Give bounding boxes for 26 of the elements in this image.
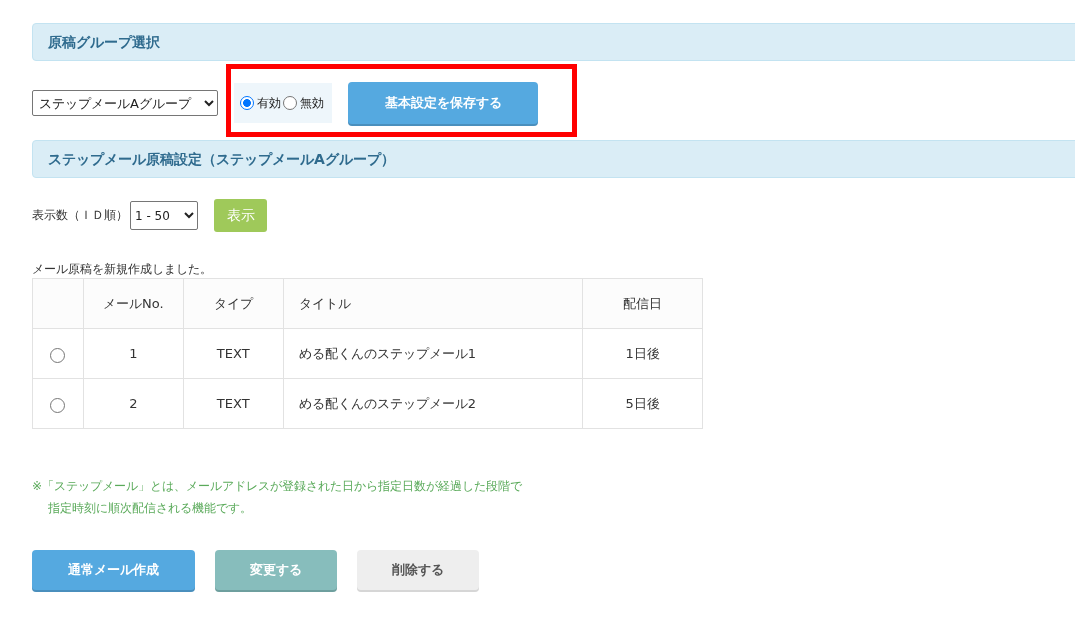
display-count-label: 表示数（ＩＤ順） (32, 207, 128, 224)
column-header: タイプ (183, 278, 284, 329)
status-message: メール原稿を新規作成しました。 (32, 261, 212, 278)
row-radio[interactable] (50, 348, 66, 363)
table-cell: 2 (83, 378, 184, 429)
table-cell: TEXT (183, 328, 284, 379)
section-header: ステップメール原稿設定（ステップメールAグループ） (32, 140, 1075, 178)
table-cell: TEXT (183, 378, 284, 429)
table-cell: める配くんのステップメール2 (283, 378, 583, 429)
column-header: 配信日 (582, 278, 703, 329)
radio-label[interactable]: 有効 (257, 94, 281, 112)
table-cell: 1日後 (582, 328, 703, 379)
delete-button[interactable]: 削除する (357, 550, 479, 590)
group-select[interactable]: ステップメールAグループ (32, 90, 218, 116)
radio-label[interactable]: 無効 (300, 94, 324, 112)
column-header: タイトル (283, 278, 583, 329)
section-header: 原稿グループ選択 (32, 23, 1075, 61)
table-cell: 1 (83, 328, 184, 379)
info-note: ※「ステップメール」とは、メールアドレスが登録された日から指定日数が経過した段階で 指定時刻に順次配信される機能です。 (32, 478, 523, 517)
table-cell: 5日後 (582, 378, 703, 429)
table-cell: める配くんのステップメール1 (283, 328, 583, 379)
radio-button[interactable] (283, 96, 297, 110)
radio-button[interactable] (240, 96, 254, 110)
row-radio[interactable] (50, 398, 66, 413)
display-count-select[interactable]: 1 - 50 (130, 201, 198, 230)
column-header: メールNo. (83, 278, 184, 329)
